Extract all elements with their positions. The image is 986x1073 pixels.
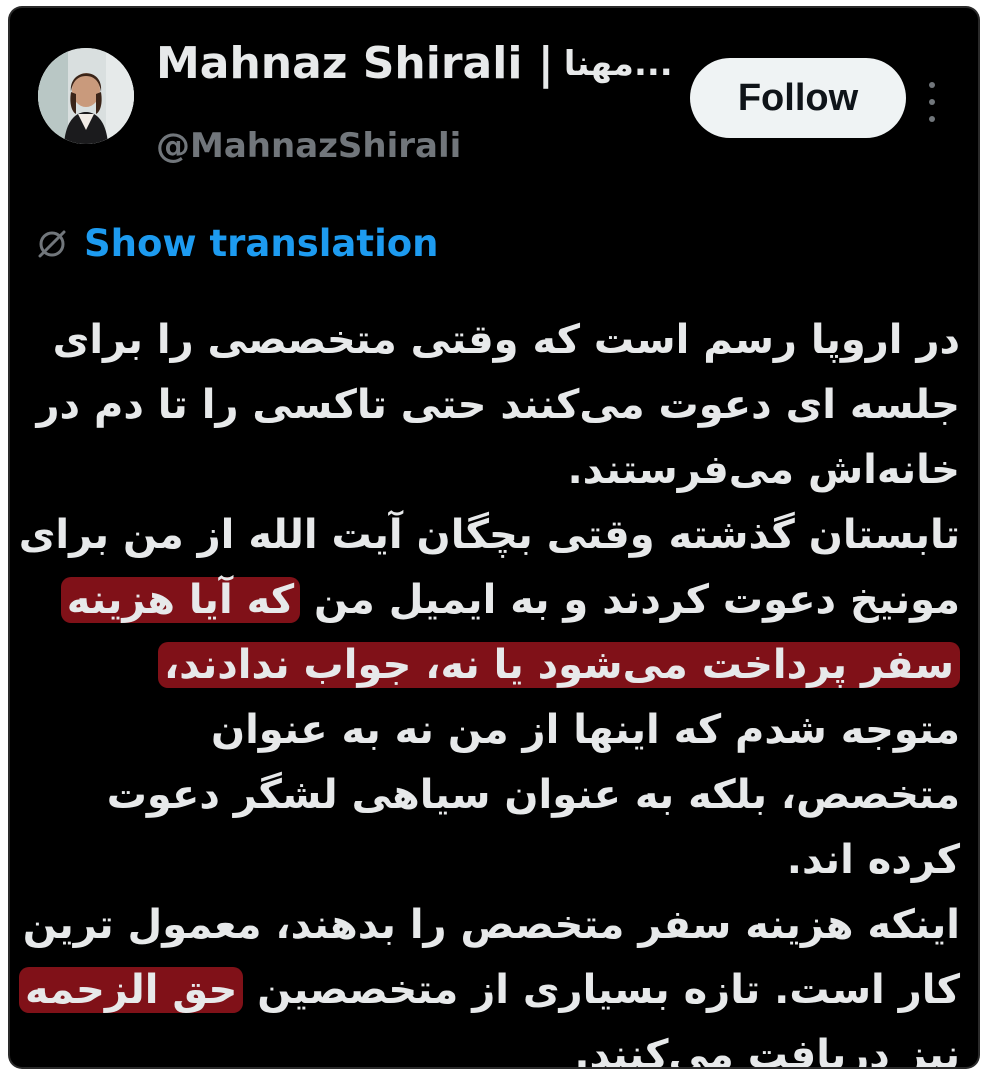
translate-row[interactable]: Show translation — [34, 222, 439, 265]
author-display-name-fa: مهنا... — [563, 43, 673, 84]
tweet-line: کار است. تازه بسیاری از متخصصین حق الزحم… — [18, 958, 960, 1023]
avatar-image — [38, 48, 134, 144]
tweet-text: در اروپا رسم است که وقتی متخصصی را برای … — [18, 308, 960, 1067]
tweet-line: نیز دریافت می‌کنند. — [574, 1032, 960, 1067]
author-display-name: Mahnaz Shirali | — [156, 38, 554, 89]
tweet-line: در اروپا رسم است که وقتی متخصصی را برای — [52, 317, 960, 363]
tweet-line: متخصص، بلکه به عنوان سیاهی لشگر دعوت — [106, 772, 960, 818]
tweet-card: Mahnaz Shirali | مهنا... @MahnazShirali … — [10, 8, 978, 1067]
author-name-row[interactable]: Mahnaz Shirali | مهنا... — [156, 38, 673, 89]
highlighted-phrase: سفر پرداخت می‌شود یا نه، جواب ندادند، — [157, 642, 960, 688]
more-vertical-icon[interactable] — [924, 82, 940, 122]
tweet-line: متوجه شدم که اینها از من نه به عنوان — [210, 707, 960, 753]
highlighted-phrase: که آیا هزینه — [60, 577, 301, 623]
tweet-line: تابستان گذشته وقتی بچگان آیت الله از من … — [18, 512, 960, 558]
tweet-line: مونیخ دعوت کردند و به ایمیل من که آیا هز… — [30, 568, 960, 633]
tweet-line: سفر پرداخت می‌شود یا نه، جواب ندادند، — [30, 633, 960, 698]
show-translation-link[interactable]: Show translation — [84, 222, 439, 265]
tweet-line: خانه‌اش می‌فرستند. — [567, 447, 960, 493]
tweet-line: کرده اند. — [786, 837, 960, 883]
author-handle[interactable]: @MahnazShirali — [156, 126, 461, 166]
globe-slash-icon — [38, 230, 66, 257]
tweet-line: جلسه ای دعوت می‌کنند حتی تاکسی را تا دم … — [36, 382, 960, 428]
tweet-line: اینکه هزینه سفر متخصص را بدهند، معمول تر… — [22, 902, 960, 948]
avatar[interactable] — [38, 48, 134, 144]
follow-button[interactable]: Follow — [690, 58, 906, 138]
highlighted-phrase: حق الزحمه — [18, 967, 244, 1013]
